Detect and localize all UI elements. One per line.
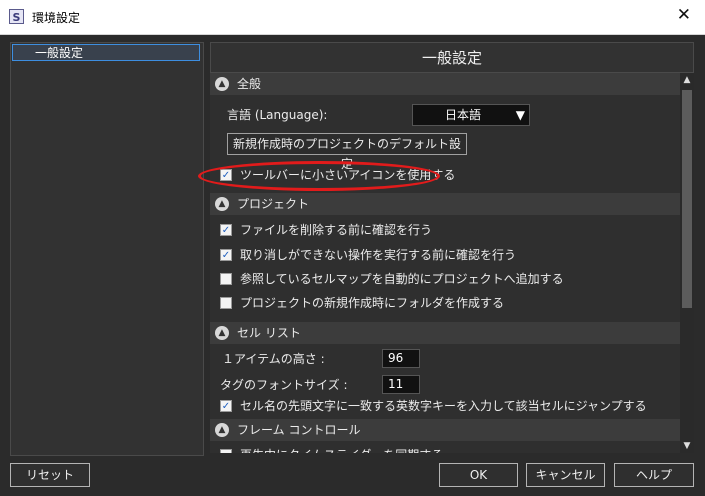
- jump-to-cell-label: セル名の先頭文字に一致する英数字キーを入力して該当セルにジャンプする: [240, 399, 647, 413]
- cancel-button[interactable]: キャンセル: [526, 463, 605, 487]
- auto-add-cellmap-checkbox[interactable]: [220, 273, 232, 285]
- window-title: 環境設定: [32, 11, 81, 25]
- panel-title: 一般設定: [210, 42, 694, 73]
- scroll-down-arrow-icon[interactable]: ▼: [680, 441, 694, 451]
- chevron-up-icon[interactable]: ▲: [215, 423, 229, 437]
- section-header-cell-list[interactable]: ▲ セル リスト: [210, 322, 680, 344]
- section-header-frame-control[interactable]: ▲ フレーム コントロール: [210, 419, 680, 441]
- section-label: プロジェクト: [237, 197, 310, 211]
- category-item-general[interactable]: 一般設定: [12, 44, 200, 61]
- section-label: フレーム コントロール: [237, 423, 361, 437]
- section-label: セル リスト: [237, 326, 301, 340]
- project-default-settings-button[interactable]: 新規作成時のプロジェクトのデフォルト設定: [227, 133, 467, 171]
- confirm-irreversible-label: 取り消しができない操作を実行する前に確認を行う: [240, 248, 517, 262]
- scrollbar-thumb[interactable]: [682, 90, 692, 308]
- language-select[interactable]: 日本語 ▼: [412, 104, 530, 126]
- jump-to-cell-checkbox[interactable]: ✓: [220, 400, 232, 412]
- item-height-label: １アイテムの高さ :: [222, 352, 325, 366]
- ok-button[interactable]: OK: [439, 463, 518, 487]
- settings-scroll-area: ▲ 全般 言語 (Language): 日本語 ▼ 新規作成時のプロジェクトのデ…: [210, 73, 680, 453]
- confirm-delete-checkbox[interactable]: ✓: [220, 224, 232, 236]
- item-height-input[interactable]: 96: [382, 349, 420, 368]
- section-header-general[interactable]: ▲ 全般: [210, 73, 680, 95]
- help-button[interactable]: ヘルプ: [614, 463, 694, 487]
- scroll-up-arrow-icon[interactable]: ▲: [680, 75, 694, 85]
- triangle-down-icon: ▼: [515, 108, 525, 122]
- chevron-up-icon[interactable]: ▲: [215, 326, 229, 340]
- app-icon: S: [9, 9, 24, 24]
- chevron-up-icon[interactable]: ▲: [215, 77, 229, 91]
- confirm-irreversible-checkbox[interactable]: ✓: [220, 249, 232, 261]
- sync-time-slider-checkbox[interactable]: [220, 449, 232, 453]
- confirm-delete-label: ファイルを削除する前に確認を行う: [240, 223, 433, 237]
- tag-font-size-input[interactable]: 11: [382, 375, 420, 394]
- sync-time-slider-label: 再生中にタイムスライダーを同期する: [240, 445, 443, 453]
- small-icons-checkbox[interactable]: ✓: [220, 169, 232, 181]
- category-list: 一般設定: [10, 42, 204, 456]
- reset-button[interactable]: リセット: [10, 463, 90, 487]
- create-folder-checkbox[interactable]: [220, 297, 232, 309]
- title-bar: S 環境設定 ✕: [0, 0, 705, 35]
- section-header-project[interactable]: ▲ プロジェクト: [210, 193, 680, 215]
- close-icon[interactable]: ✕: [677, 5, 691, 25]
- small-icons-label: ツールバーに小さいアイコンを使用する: [240, 168, 456, 182]
- tag-font-size-label: タグのフォントサイズ :: [220, 378, 348, 392]
- language-label: 言語 (Language):: [227, 108, 328, 122]
- vertical-scrollbar[interactable]: ▲ ▼: [680, 73, 694, 453]
- create-folder-label: プロジェクトの新規作成時にフォルダを作成する: [240, 296, 505, 310]
- auto-add-cellmap-label: 参照しているセルマップを自動的にプロジェクトへ追加する: [240, 272, 564, 286]
- chevron-up-icon[interactable]: ▲: [215, 197, 229, 211]
- section-label: 全般: [237, 77, 262, 91]
- language-select-value: 日本語: [444, 108, 481, 122]
